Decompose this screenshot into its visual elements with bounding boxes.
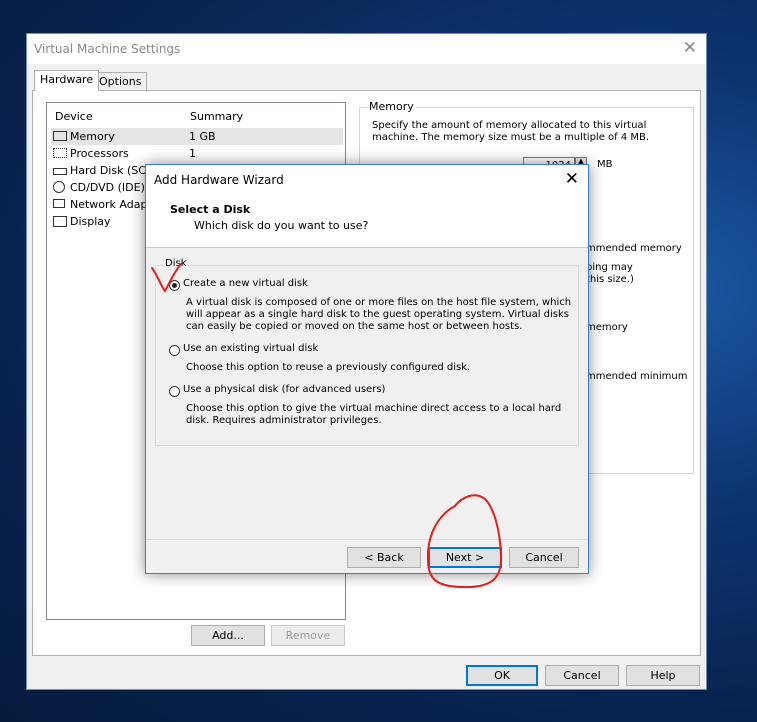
annotation-circle	[426, 494, 503, 589]
tab-hardware[interactable]: Hardware	[34, 70, 100, 91]
annotation-overlay	[151, 263, 503, 589]
annotation-checkmark	[151, 263, 182, 293]
